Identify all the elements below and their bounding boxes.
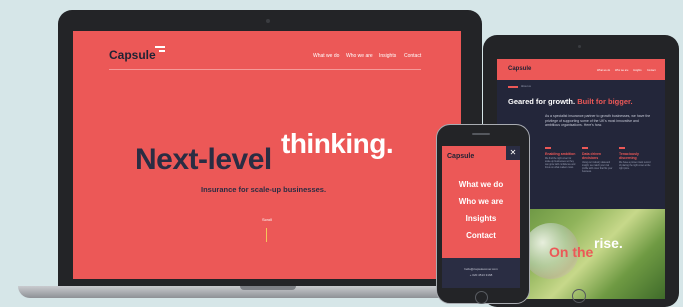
tablet-headline: Geared for growth. Built for bigger. xyxy=(508,97,633,106)
footer-phone[interactable]: + 020 4513 3168 xyxy=(442,273,520,277)
feature-title: Data driven decisions xyxy=(582,151,602,160)
hero-headline-light: thinking. xyxy=(281,128,394,159)
phone-speaker xyxy=(472,133,490,135)
tablet-intro-paragraph: As a specialist insurance partner to gro… xyxy=(545,114,651,127)
phone-footer: hello@capsulecover.com + 020 4513 3168 xyxy=(442,258,520,288)
hero-photo-text: rise. xyxy=(594,235,623,251)
scroll-label[interactable]: Scroll xyxy=(262,217,272,222)
phone-menu-contact[interactable]: Contact xyxy=(442,231,520,240)
phone-screen: Capsule ✕ What we do Who we are Insights… xyxy=(442,146,520,288)
feature-column: Enabling ambition We find the right cove… xyxy=(545,147,577,170)
laptop-nav-what-we-do[interactable]: What we do xyxy=(313,53,339,59)
feature-column: Data driven decisions Using our industry… xyxy=(582,147,614,174)
tablet-logo[interactable]: Capsule xyxy=(508,66,531,72)
phone-home-button[interactable] xyxy=(475,291,488,304)
hero-photo-accent-text: On the xyxy=(549,244,594,260)
logo-mark-icon xyxy=(159,50,165,52)
hero-subheadline: Insurance for scale-up businesses. xyxy=(201,185,327,194)
laptop-nav-insights[interactable]: Insights xyxy=(379,53,396,59)
laptop-screen: Capsule What we do Who we are Insights C… xyxy=(73,31,461,279)
section-marker xyxy=(508,86,518,88)
close-icon[interactable]: ✕ xyxy=(506,146,520,160)
section-marker-label: About us xyxy=(521,85,531,88)
tablet-nav-what-we-do[interactable]: What we do xyxy=(597,69,610,72)
scroll-indicator xyxy=(266,228,267,242)
tablet-camera xyxy=(578,45,581,48)
phone-menu-insights[interactable]: Insights xyxy=(442,214,520,223)
tablet-nav-who-we-are[interactable]: Who we are xyxy=(615,69,628,72)
footer-email[interactable]: hello@capsulecover.com xyxy=(442,267,520,271)
tablet-home-button[interactable] xyxy=(572,289,586,303)
laptop-camera xyxy=(266,19,270,23)
feature-text: We find the right cover for scale-up bus… xyxy=(545,157,576,169)
feature-column: Tenaciously discerning We have a proven … xyxy=(619,147,651,171)
feature-text: Using our industry data and insight, we … xyxy=(582,161,613,173)
hero-headline-dark: Next-level xyxy=(135,143,272,176)
tablet-nav-contact[interactable]: Contact xyxy=(647,69,656,72)
logo-mark-icon xyxy=(155,46,165,48)
tablet-nav-insights[interactable]: Insights xyxy=(633,69,642,72)
laptop-notch xyxy=(240,286,296,290)
feature-title: Tenaciously discerning xyxy=(619,151,639,160)
laptop-nav-contact[interactable]: Contact xyxy=(404,53,421,59)
laptop-nav-who-we-are[interactable]: Who we are xyxy=(346,53,373,59)
phone-menu-what-we-do[interactable]: What we do xyxy=(442,180,520,189)
laptop-logo[interactable]: Capsule xyxy=(109,48,156,62)
feature-text: We have a proven track record of placing… xyxy=(619,161,651,170)
phone-menu-who-we-are[interactable]: Who we are xyxy=(442,197,520,206)
header-divider xyxy=(109,69,421,70)
tablet-headline-accent: Built for bigger. xyxy=(577,97,633,106)
phone-logo[interactable]: Capsule xyxy=(447,153,474,160)
feature-title: Enabling ambition xyxy=(545,151,576,156)
